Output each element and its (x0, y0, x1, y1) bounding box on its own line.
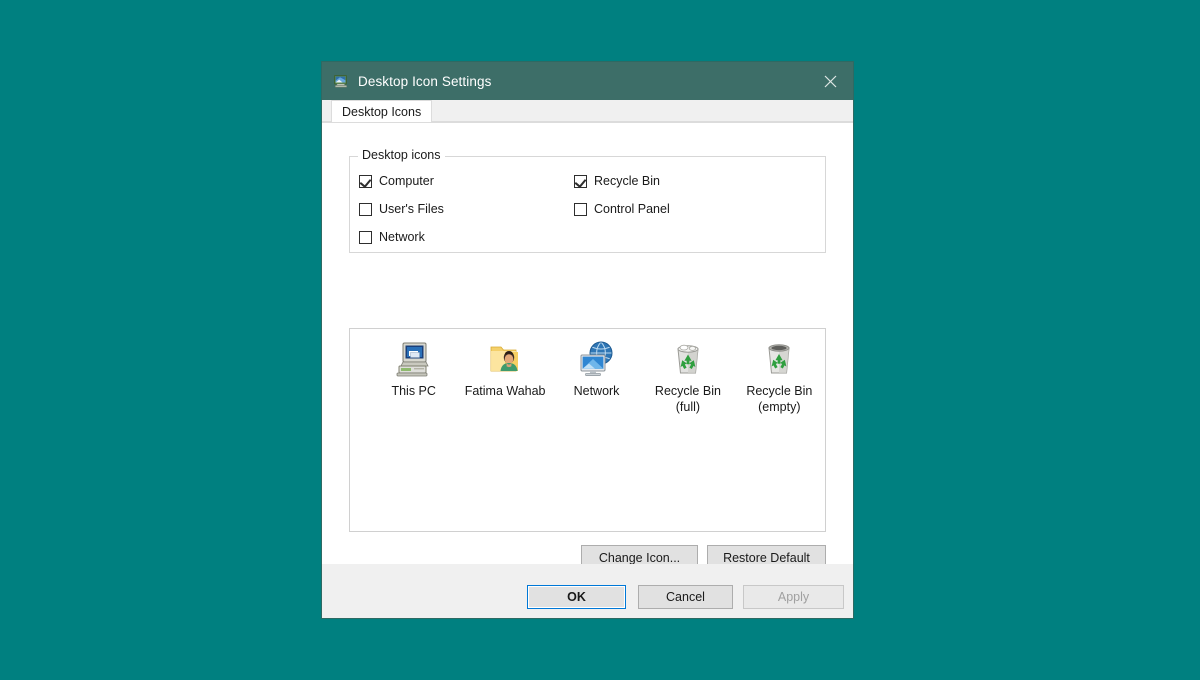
preview-item-this-pc[interactable]: This PC (368, 339, 459, 399)
apply-button: Apply (743, 585, 844, 609)
checkbox-control-panel[interactable]: Control Panel (574, 202, 670, 216)
checkbox-box (574, 203, 587, 216)
ok-button[interactable]: OK (527, 585, 626, 609)
checkbox-box (359, 231, 372, 244)
icon-preview-listbox[interactable]: This PC (349, 328, 826, 532)
checkbox-label: Control Panel (594, 202, 670, 216)
computer-crt-icon (394, 339, 434, 379)
checkbox-users-files[interactable]: User's Files (359, 202, 444, 216)
checkbox-label: Network (379, 230, 425, 244)
checkbox-network[interactable]: Network (359, 230, 425, 244)
network-globe-monitor-icon (577, 339, 617, 379)
user-folder-icon (485, 339, 525, 379)
cancel-button[interactable]: Cancel (638, 585, 733, 609)
recycle-bin-empty-icon (759, 339, 799, 379)
preview-item-label: Recycle Bin (empty) (746, 383, 812, 415)
checkbox-label: Recycle Bin (594, 174, 660, 188)
tab-page-desktop-icons: Desktop icons Computer User's Files Netw… (322, 122, 853, 564)
checkbox-box (359, 175, 372, 188)
desktop-icon-settings-dialog: Desktop Icon Settings Desktop Icons Desk… (322, 62, 853, 618)
preview-item-label: Recycle Bin (full) (655, 383, 721, 415)
preview-item-network[interactable]: Network (551, 339, 642, 399)
icon-preview-items: This PC (350, 329, 825, 415)
window-titlebar: Desktop Icon Settings (322, 62, 853, 100)
checkbox-recycle-bin[interactable]: Recycle Bin (574, 174, 660, 188)
preview-item-recycle-bin-full[interactable]: Recycle Bin (full) (642, 339, 733, 415)
close-icon[interactable] (807, 62, 853, 100)
preview-item-recycle-bin-empty[interactable]: Recycle Bin (empty) (734, 339, 825, 415)
checkbox-label: User's Files (379, 202, 444, 216)
tab-label: Desktop Icons (342, 105, 421, 119)
dialog-command-bar: OK Cancel Apply (322, 564, 853, 618)
groupbox-label: Desktop icons (358, 148, 445, 162)
preview-item-label: Network (574, 383, 620, 399)
checkbox-box (574, 175, 587, 188)
recycle-bin-full-icon (668, 339, 708, 379)
preview-item-label: This PC (391, 383, 435, 399)
preview-item-user-folder[interactable]: Fatima Wahab (459, 339, 550, 399)
tab-strip: Desktop Icons (322, 100, 853, 122)
tab-desktop-icons[interactable]: Desktop Icons (331, 100, 432, 122)
checkbox-box (359, 203, 372, 216)
window-title: Desktop Icon Settings (358, 74, 491, 89)
checkbox-computer[interactable]: Computer (359, 174, 434, 188)
checkbox-label: Computer (379, 174, 434, 188)
monitor-display-icon (333, 73, 349, 89)
preview-item-label: Fatima Wahab (465, 383, 546, 399)
